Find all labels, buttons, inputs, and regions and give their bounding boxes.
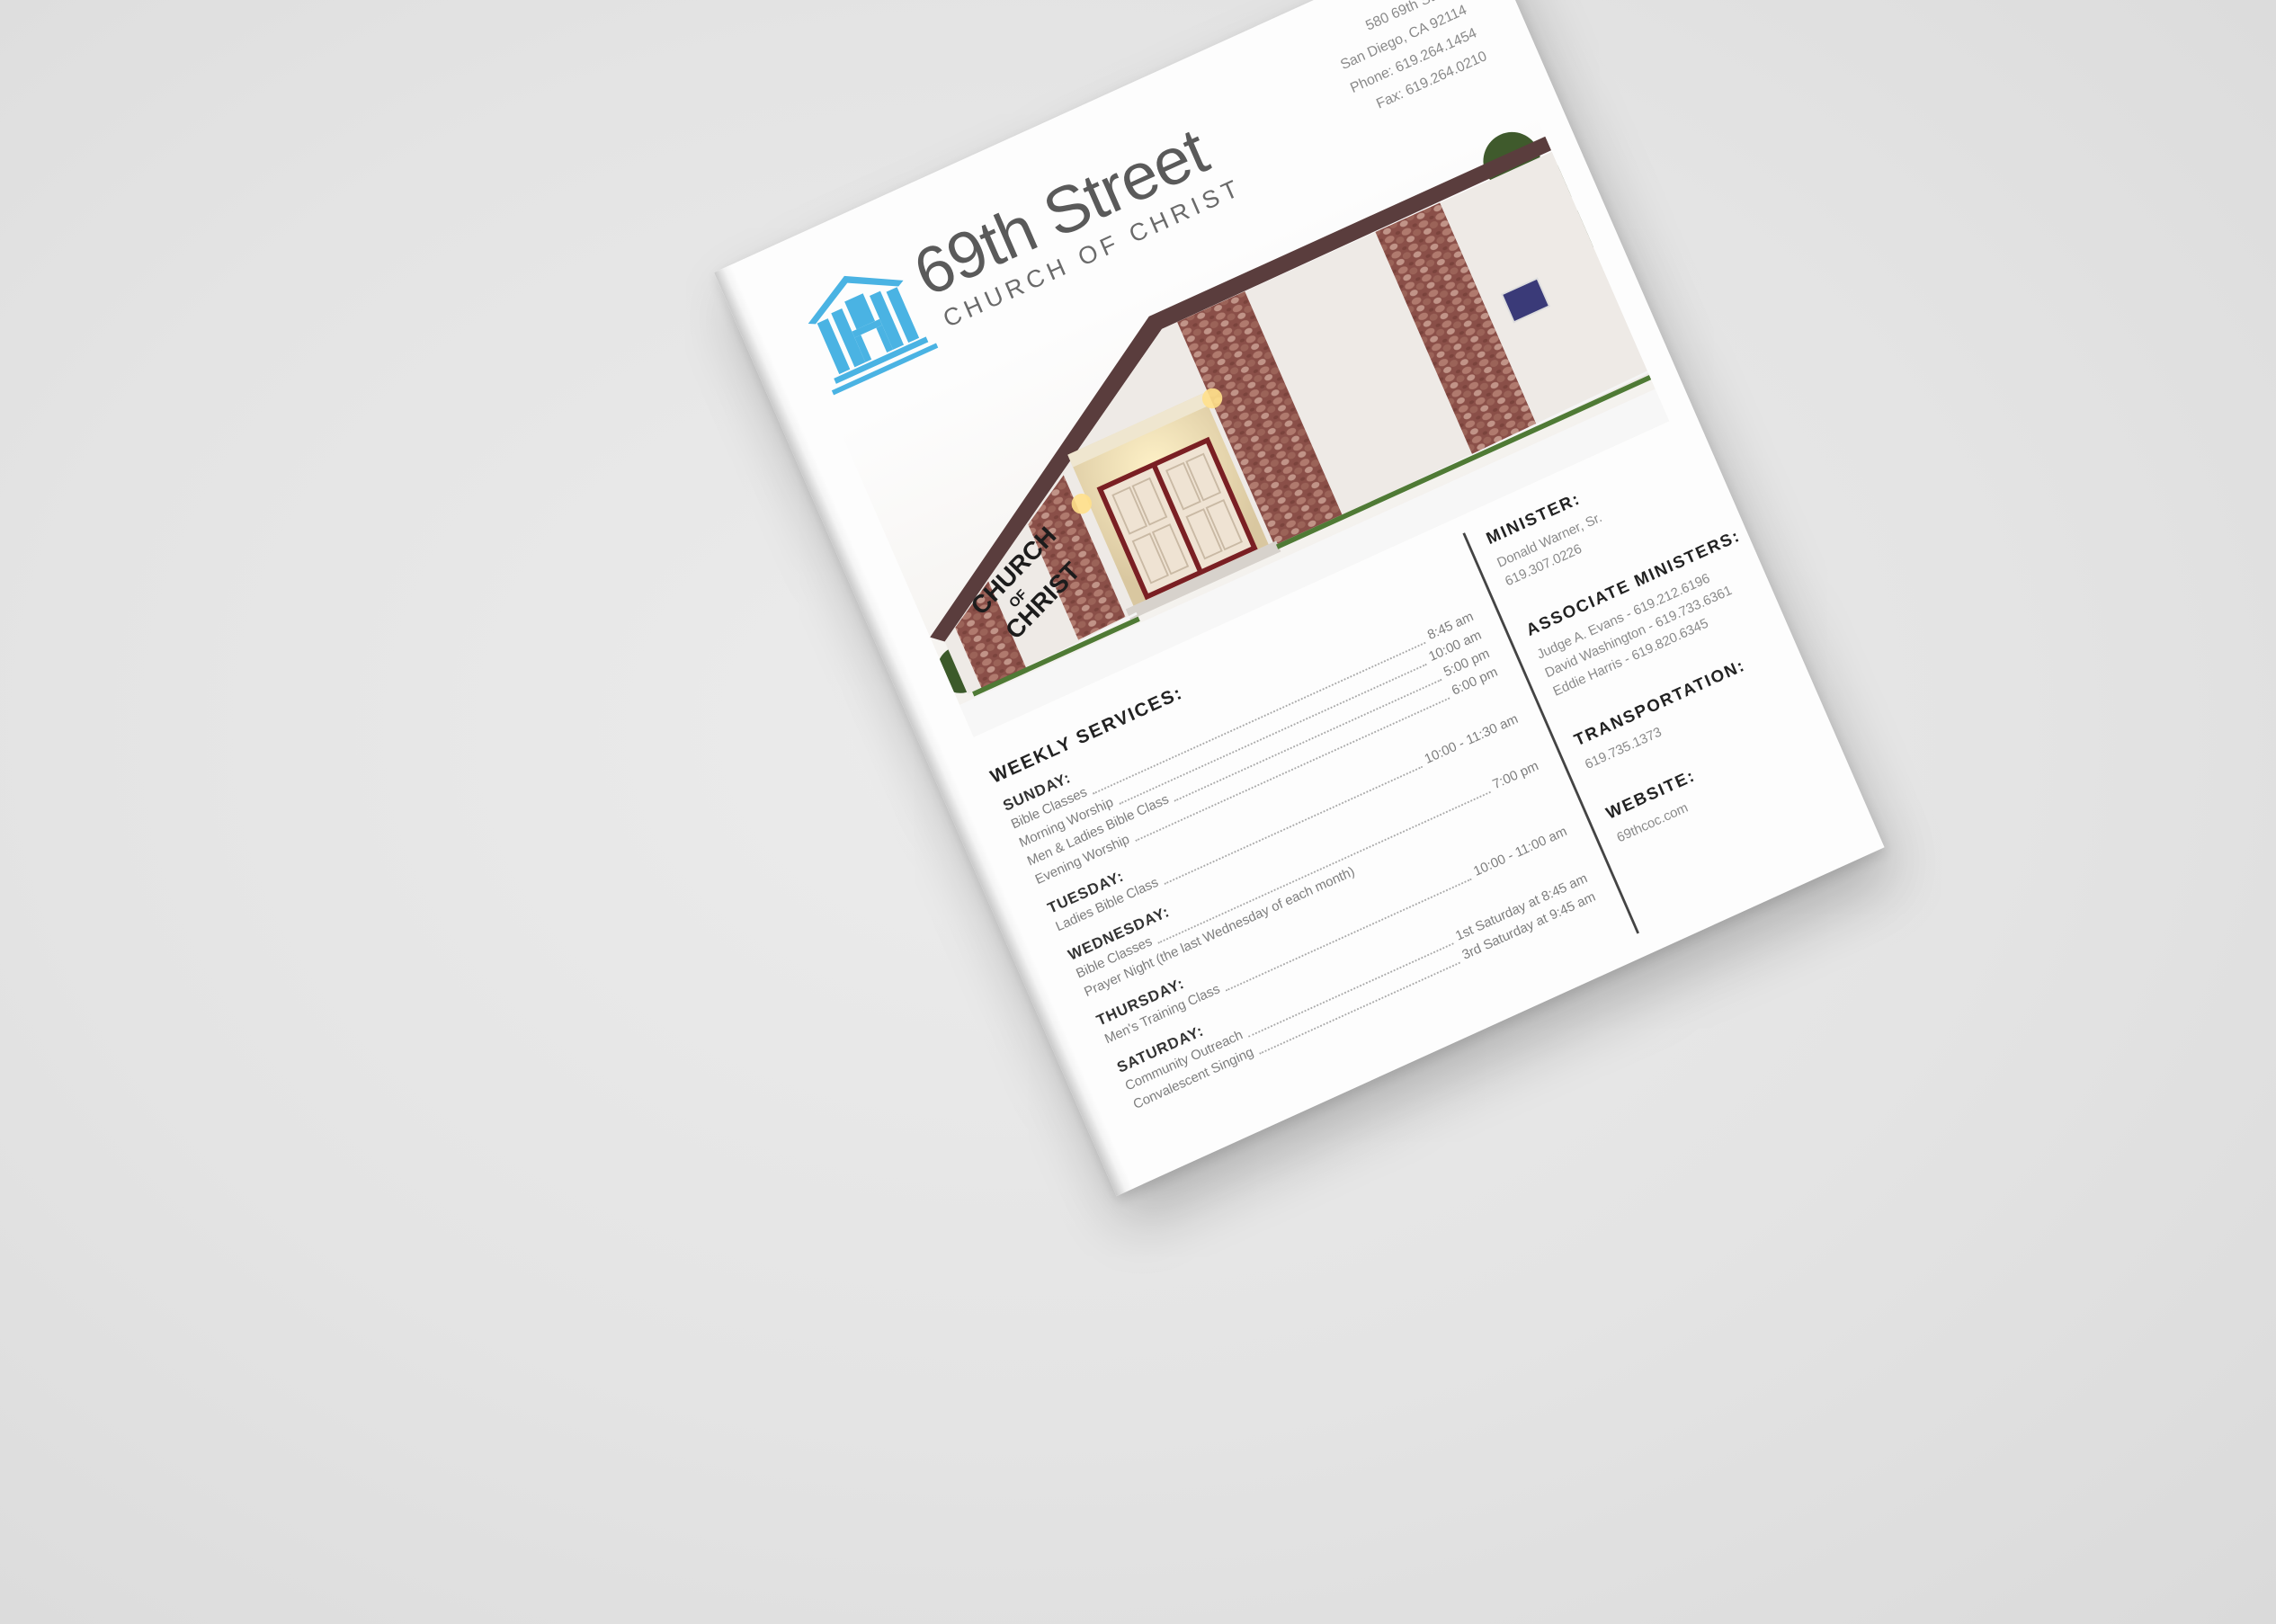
brochure: 69th Street CHURCH OF CHRIST 580 69th St…	[714, 0, 1885, 1197]
mockup-scene: 69th Street CHURCH OF CHRIST 580 69th St…	[0, 0, 2276, 1624]
address-block: 580 69th Street San Diego, CA 92114 Phon…	[1326, 0, 1492, 124]
